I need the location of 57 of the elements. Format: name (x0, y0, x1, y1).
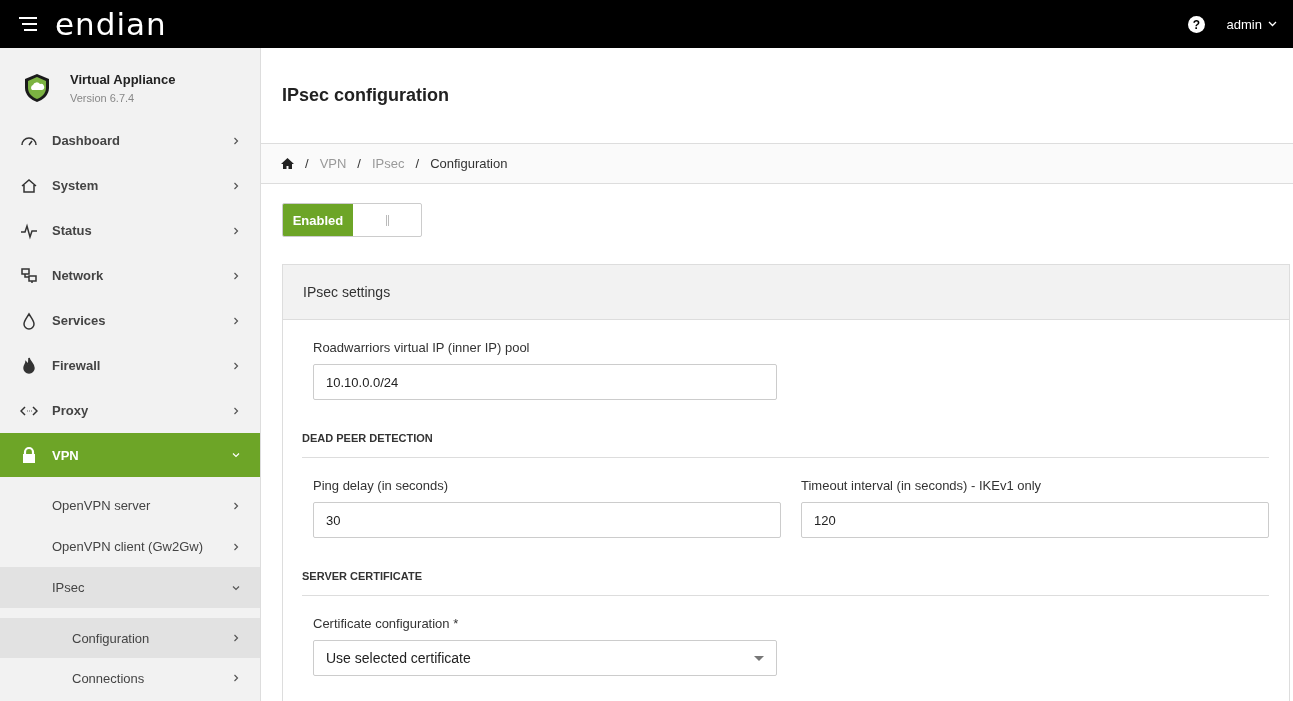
lock-icon (20, 446, 38, 464)
user-menu[interactable]: admin (1226, 16, 1277, 32)
chevron-down-icon (1268, 21, 1277, 27)
logo: endian (55, 8, 167, 40)
input-field[interactable]: 10.10.0.0/24 (313, 364, 777, 400)
sidebar-item[interactable]: Services (0, 298, 260, 343)
flame-icon (20, 356, 38, 375)
page-title: IPsec configuration (282, 85, 450, 106)
sidebar-item[interactable]: System (0, 163, 260, 208)
chevron-right-icon (232, 226, 240, 235)
input-field[interactable]: 120 (801, 502, 1269, 538)
sidebar-item[interactable]: Dashboard (0, 118, 260, 163)
sidebar-item[interactable]: Status (0, 208, 260, 253)
breadcrumb-separator: / (305, 156, 309, 171)
chevron-right-icon (232, 271, 240, 280)
menu-icon[interactable] (19, 17, 37, 31)
grip-icon (385, 214, 389, 226)
version-text: Version 6.7.4 (70, 92, 136, 104)
sidebar-item[interactable]: Firewall (0, 343, 260, 388)
breadcrumb-separator: / (415, 156, 420, 171)
chevron-right-icon (232, 674, 240, 682)
sidebar-subitem[interactable]: Connections (0, 658, 260, 698)
sidebar-subitem[interactable]: OpenVPN client (Gw2Gw) (0, 526, 260, 567)
field-label: Roadwarriors virtual IP (inner IP) pool (312, 340, 531, 355)
panel-title: IPsec settings (303, 284, 391, 300)
chevron-right-icon (232, 501, 240, 510)
help-icon[interactable]: ? (1187, 15, 1205, 33)
chevron-right-icon (232, 136, 240, 145)
field-label: Timeout interval (in seconds) - IKEv1 only (801, 478, 1043, 493)
breadcrumb-current: Configuration (430, 156, 508, 171)
chevron-right-icon (232, 634, 240, 642)
house-icon (20, 176, 38, 195)
chevron-right-icon (232, 361, 240, 370)
dropdown-caret-icon (754, 655, 764, 661)
select-field[interactable]: Use selected certificate (313, 640, 777, 676)
home-icon[interactable] (281, 158, 294, 169)
section-heading: SERVER CERTIFICATE (302, 570, 1269, 596)
sidebar-subitem[interactable]: IPsec (0, 567, 260, 608)
input-field[interactable]: 30 (313, 502, 781, 538)
breadcrumb-separator: / (357, 156, 361, 171)
sidebar-item[interactable]: Proxy (0, 388, 260, 433)
chevron-down-icon (232, 583, 240, 592)
sidebar-item[interactable]: Network (0, 253, 260, 298)
sidebar-subitem[interactable]: OpenVPN server (0, 485, 260, 526)
chevron-right-icon (232, 406, 240, 415)
chevron-right-icon (232, 542, 240, 551)
section-heading: DEAD PEER DETECTION (302, 432, 1269, 458)
chevron-right-icon (232, 181, 240, 190)
field-label: Certificate configuration * (312, 616, 460, 631)
shield-icon (24, 73, 50, 103)
chevron-down-icon (232, 451, 240, 459)
appliance-name: Virtual Appliance (70, 72, 176, 87)
drop-icon (20, 311, 38, 330)
sidebar-subitem[interactable]: Configuration (0, 618, 260, 658)
field-label: Ping delay (in seconds) (313, 478, 450, 493)
chevron-right-icon (232, 316, 240, 325)
network-icon (20, 266, 38, 285)
